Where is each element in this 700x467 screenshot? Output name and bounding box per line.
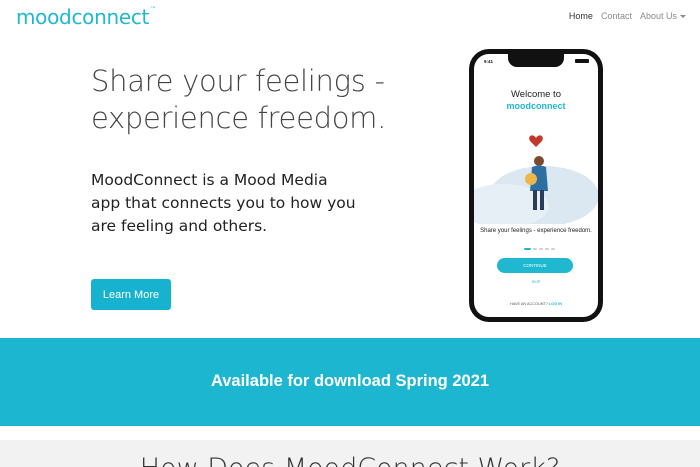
heart-icon [529,135,543,147]
person-leg-left [533,190,537,210]
person-head [534,156,544,166]
nav-home[interactable]: Home [569,11,593,21]
hero-title: Share your feelings - experience freedom… [91,64,387,135]
phone-notch [508,54,564,67]
pagination-dots [524,248,555,250]
how-it-works-section: How Does MoodConnect Work? [0,440,700,467]
banner-text: Available for download Spring 2021 [210,372,490,390]
nav-about-us-label: About Us [639,11,677,21]
brand-logo[interactable]: moodconnect™ [16,5,156,29]
person-illustration [474,135,598,224]
continue-button[interactable]: CONTINUE [497,258,573,273]
pagination-dot-active [524,248,531,250]
status-time: 9:41 [484,59,494,64]
phone-mockup: 9:41 Welcome to moodconnect Share your f… [469,49,603,322]
backpack [525,173,537,185]
trademark: ™ [150,6,156,13]
app-logo: moodconnect [506,101,566,111]
account-prompt: HAVE AN ACCOUNT? LOG IN [474,302,598,306]
caret-down-icon [680,15,686,19]
skip-link[interactable]: SKIP [474,280,598,284]
phone-screen: 9:41 Welcome to moodconnect Share your f… [474,54,598,317]
battery-icon [575,59,589,63]
phone-tagline: Share your feelings - experience freedom… [480,228,592,234]
section-title: How Does MoodConnect Work? [0,453,700,467]
welcome-heading: Welcome to [511,89,561,100]
navbar: moodconnect™ Home Contact About Us [0,0,700,34]
person-leg-right [540,190,544,210]
account-prompt-text: HAVE AN ACCOUNT? [509,302,548,306]
nav-menu: Home Contact About Us [569,11,686,21]
pagination-dot [533,248,537,250]
pagination-dot [551,248,555,250]
pagination-dot [539,248,543,250]
nav-contact[interactable]: Contact [601,11,632,21]
brand-logo-text: moodconnect [16,5,150,29]
login-link[interactable]: LOG IN [549,302,562,306]
nav-about-us[interactable]: About Us [640,11,686,21]
hero-description: MoodConnect is a Mood Media app that con… [91,171,356,235]
pagination-dot [545,248,549,250]
learn-more-button[interactable]: Learn More [91,279,171,310]
download-banner: Available for download Spring 2021 [0,338,700,426]
